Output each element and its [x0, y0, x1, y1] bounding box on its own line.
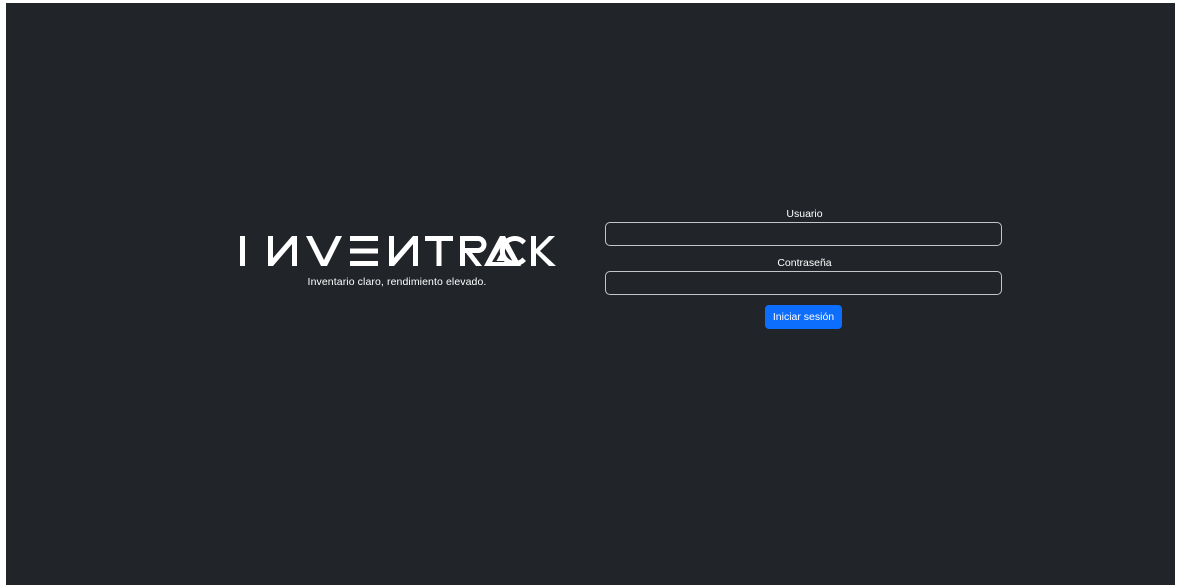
tagline: Inventario claro, rendimiento elevado. — [307, 276, 487, 288]
login-page: Inventario claro, rendimiento elevado. U… — [6, 3, 1175, 585]
login-form: Usuario Contraseña Iniciar sesión — [605, 203, 1004, 329]
password-label: Contraseña — [777, 257, 832, 269]
username-label: Usuario — [786, 208, 823, 220]
inventrack-logo — [240, 236, 556, 266]
password-input[interactable] — [605, 271, 1002, 295]
submit-row: Iniciar sesión — [605, 305, 1002, 329]
username-input[interactable] — [605, 222, 1002, 246]
brand-block: Inventario claro, rendimiento elevado. — [232, 233, 562, 293]
login-button[interactable]: Iniciar sesión — [764, 305, 843, 329]
